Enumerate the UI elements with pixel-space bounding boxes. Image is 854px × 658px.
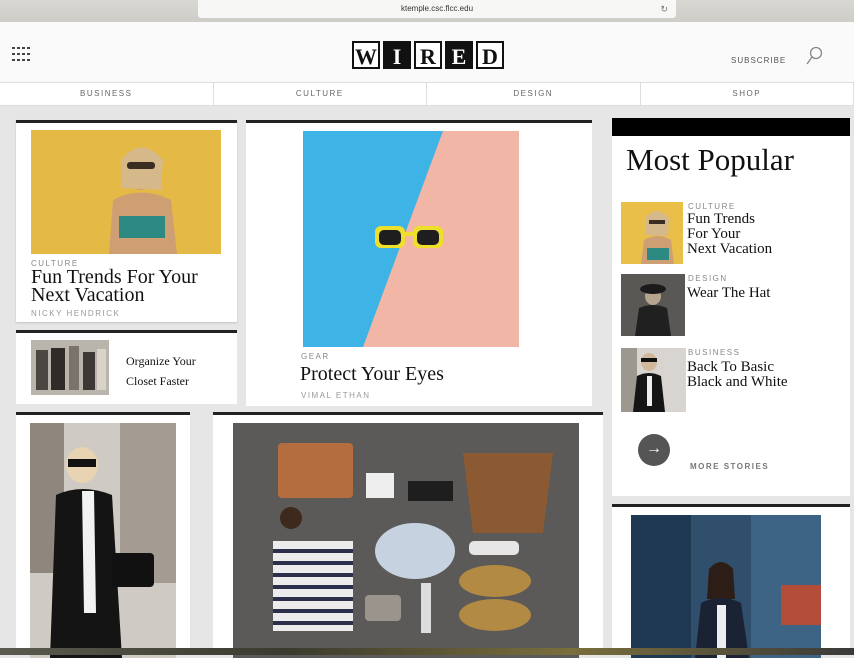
story-author: NICKY HENDRICK (31, 309, 120, 318)
address-bar[interactable]: ktemple.csc.flcc.edu ↻ (198, 0, 676, 18)
nav-item-culture[interactable]: CULTURE (214, 83, 428, 105)
logo-letter: W (352, 41, 380, 69)
main-nav: BUSINESS CULTURE DESIGN SHOP (0, 82, 854, 106)
popular-item[interactable]: BUSINESS Back To Basic Black and White (621, 348, 841, 412)
nav-item-shop[interactable]: SHOP (641, 83, 854, 105)
popular-title-line: Back To Basic (687, 360, 788, 375)
nav-item-business[interactable]: BUSINESS (0, 83, 214, 105)
logo-letter: D (476, 41, 504, 69)
popular-thumb[interactable] (621, 274, 685, 336)
url-text: ktemple.csc.flcc.edu (401, 4, 473, 13)
popular-title-line: Black and White (687, 375, 788, 390)
story-card-feature[interactable]: GEAR Protect Your Eyes VIMAL ETHAN (246, 120, 592, 406)
city-photo[interactable] (631, 515, 821, 658)
menu-grid-icon[interactable] (12, 47, 32, 63)
popular-title-line: Wear The Hat (687, 286, 770, 301)
popular-title: Back To Basic Black and White (687, 360, 788, 390)
story-card-closet[interactable]: Organize Your Closet Faster (16, 330, 237, 404)
story-kicker: GEAR (301, 352, 330, 361)
story-title[interactable]: Fun Trends For Your Next Vacation (31, 268, 198, 304)
story-card-city[interactable] (612, 504, 850, 655)
popular-kicker: CULTURE (688, 202, 736, 211)
nav-item-design[interactable]: DESIGN (427, 83, 641, 105)
logo-letter: E (445, 41, 473, 69)
logo-letter: R (414, 41, 442, 69)
browser-bar: ktemple.csc.flcc.edu ↻ (0, 0, 854, 22)
story-card-vacation[interactable]: CULTURE Fun Trends For Your Next Vacatio… (16, 120, 237, 322)
popular-title: Fun Trends For Your Next Vacation (687, 212, 772, 257)
story-card-flatlay[interactable] (213, 412, 603, 655)
popular-item[interactable]: DESIGN Wear The Hat (621, 274, 841, 338)
bottom-edge-strip (0, 648, 854, 655)
more-stories-label[interactable]: MORE STORIES (690, 462, 769, 471)
popular-title-line: Fun Trends (687, 212, 772, 227)
story-title-line: Organize Your (126, 351, 196, 371)
story-title[interactable]: Protect Your Eyes (300, 362, 444, 386)
popular-kicker: DESIGN (688, 274, 728, 283)
flatlay-photo[interactable] (233, 423, 579, 658)
story-author: VIMAL ETHAN (301, 391, 371, 400)
more-stories-arrow-icon[interactable]: → (638, 434, 670, 466)
popular-thumb[interactable] (621, 348, 686, 412)
site-header: W I R E D SUBSCRIBE (0, 22, 854, 82)
closet-photo[interactable] (31, 340, 109, 395)
most-popular-heading: Most Popular (626, 142, 794, 178)
logo-letter: I (383, 41, 411, 69)
story-title-line: Closet Faster (126, 371, 196, 391)
popular-kicker: BUSINESS (688, 348, 740, 357)
popular-title-line: Next Vacation (687, 242, 772, 257)
popular-title: Wear The Hat (687, 286, 770, 301)
reload-icon[interactable]: ↻ (660, 0, 668, 18)
wired-logo[interactable]: W I R E D (352, 41, 504, 69)
story-card-street-style[interactable] (16, 412, 190, 655)
story-title-line: Next Vacation (31, 286, 198, 304)
popular-item[interactable]: CULTURE Fun Trends For Your Next Vacatio… (621, 202, 841, 266)
sunglasses-photo[interactable] (303, 131, 519, 347)
popular-thumb[interactable] (621, 202, 683, 264)
vacation-photo[interactable] (31, 130, 221, 254)
street-style-photo[interactable] (30, 423, 176, 658)
popular-title-line: For Your (687, 227, 772, 242)
story-title[interactable]: Organize Your Closet Faster (126, 351, 196, 391)
subscribe-link[interactable]: SUBSCRIBE (731, 56, 786, 65)
search-icon[interactable] (805, 46, 823, 66)
